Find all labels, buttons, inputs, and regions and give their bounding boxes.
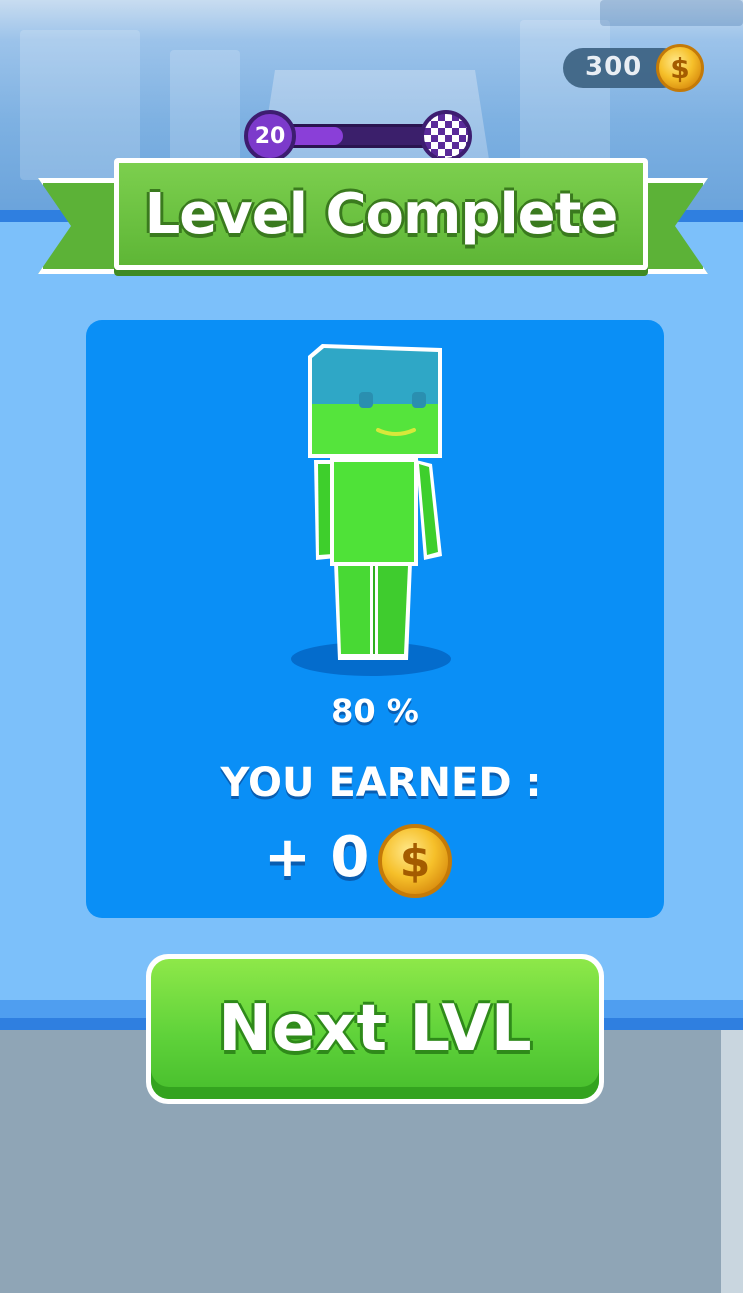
character-figure <box>308 344 442 660</box>
progress-track <box>274 124 444 148</box>
dollar-coin-icon: $ <box>656 44 704 92</box>
scene-block <box>170 50 240 170</box>
earned-label: YOU EARNED : <box>220 760 542 806</box>
completion-percent: 80 % <box>331 692 419 730</box>
dollar-coin-icon: $ <box>378 824 452 898</box>
level-progress-bar: 20 <box>244 110 474 162</box>
next-level-label: Next LVL <box>218 992 532 1066</box>
next-level-button[interactable]: Next LVL <box>146 954 604 1104</box>
coin-count: 300 <box>585 52 643 82</box>
coin-symbol: $ <box>670 51 690 85</box>
level-badge: 20 <box>244 110 296 162</box>
banner-title: Level Complete <box>144 181 619 247</box>
scene-block <box>600 0 743 26</box>
level-complete-banner: Level Complete <box>114 158 648 270</box>
next-level-button-face[interactable]: Next LVL <box>151 959 599 1099</box>
checkered-flag-icon <box>420 110 472 162</box>
coin-symbol: $ <box>399 835 431 887</box>
earned-amount: + 0 <box>264 825 370 890</box>
background-rail <box>721 1030 743 1293</box>
result-card: 80 % YOU EARNED : + 0 $ <box>86 320 664 918</box>
